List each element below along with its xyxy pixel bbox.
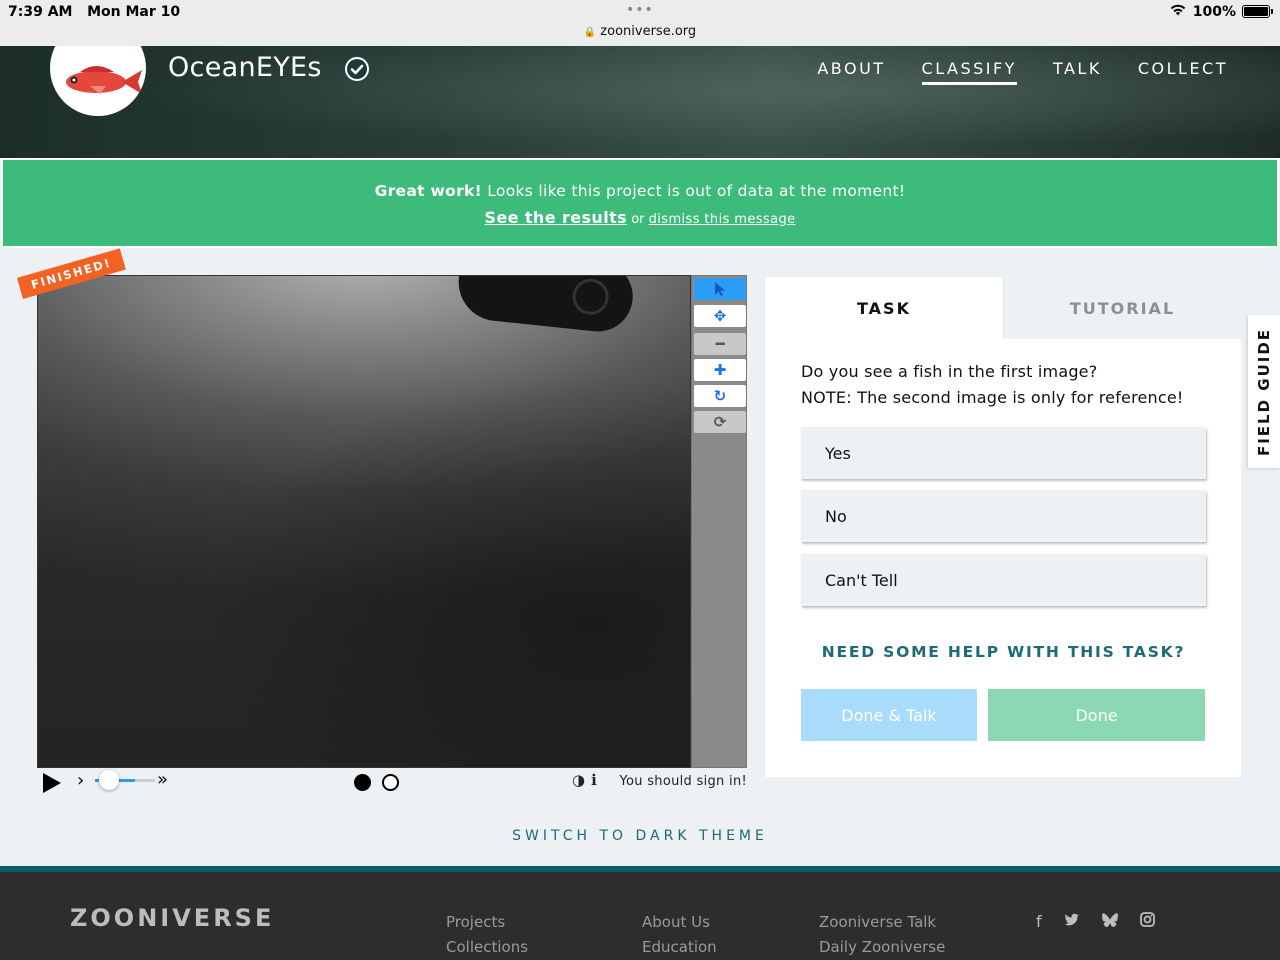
minus-icon: ━: [715, 335, 725, 353]
out-of-data-banner: Great work! Looks like this project is o…: [1, 158, 1279, 248]
zoom-in-tool[interactable]: ✚: [694, 359, 746, 381]
done-button[interactable]: Done: [988, 689, 1205, 741]
frame-dot-1[interactable]: [354, 774, 371, 791]
pan-tool[interactable]: ✥: [694, 305, 746, 327]
wifi-icon: [1169, 3, 1187, 20]
facebook-icon[interactable]: f: [1036, 912, 1042, 931]
rotate-icon: ↻: [713, 387, 727, 405]
task-panel: TASK TUTORIAL Do you see a fish in the f…: [765, 277, 1241, 777]
footer-link-education[interactable]: Education: [642, 935, 717, 960]
footer-link-daily[interactable]: Daily Zooniverse: [819, 935, 945, 960]
move-icon: ✥: [713, 307, 727, 325]
frame-controls: › » ◑ ℹ You should sign in!: [37, 768, 747, 798]
switch-dark-theme-link[interactable]: SWITCH TO DARK THEME: [0, 828, 1280, 844]
social-links: f: [1036, 912, 1155, 931]
zoom-out-tool[interactable]: ━: [694, 333, 746, 355]
zooniverse-logo[interactable]: ZOONIVERSE: [70, 904, 274, 932]
field-guide-tab[interactable]: FIELD GUIDE: [1248, 315, 1280, 468]
subject-viewer: FINISHED! ✥ ━ ✚ ↻ ⟳: [16, 248, 747, 768]
nav-collect[interactable]: COLLECT: [1138, 59, 1228, 85]
answer-cant-tell[interactable]: Can't Tell: [801, 554, 1206, 606]
footer-link-collections[interactable]: Collections: [446, 935, 528, 960]
answer-no[interactable]: No: [801, 490, 1206, 542]
project-nav: ABOUT CLASSIFY TALK COLLECT: [817, 59, 1228, 85]
twitter-icon[interactable]: [1064, 912, 1080, 931]
verified-icon: [345, 57, 369, 81]
nav-about[interactable]: ABOUT: [817, 59, 885, 85]
address-bar[interactable]: 🔒 zooniverse.org: [0, 24, 1280, 39]
instagram-icon[interactable]: [1139, 912, 1155, 931]
project-avatar[interactable]: [50, 46, 146, 116]
cursor-icon: [715, 282, 725, 296]
image-toolbar: ✥ ━ ✚ ↻ ⟳: [691, 275, 747, 768]
frame-dot-2[interactable]: [382, 774, 399, 791]
footer-link-about[interactable]: About Us: [642, 910, 717, 935]
reset-icon: ⟳: [713, 413, 727, 431]
project-header: OceanEYEs ABOUT CLASSIFY TALK COLLECT: [0, 46, 1280, 158]
answer-yes[interactable]: Yes: [801, 427, 1206, 479]
bluesky-icon[interactable]: [1101, 912, 1118, 931]
rotate-tool[interactable]: ↻: [694, 385, 746, 407]
site-footer: ZOONIVERSE Projects Collections About Us…: [0, 866, 1280, 960]
footer-link-talk[interactable]: Zooniverse Talk: [819, 910, 945, 935]
footer-link-projects[interactable]: Projects: [446, 910, 528, 935]
banner-message: Great work! Looks like this project is o…: [374, 182, 906, 200]
reset-tool[interactable]: ⟳: [694, 411, 746, 433]
multitask-dots[interactable]: •••: [626, 2, 654, 18]
footer-col-1: Projects Collections: [446, 910, 528, 960]
double-chevron-right-icon[interactable]: »: [157, 769, 168, 790]
pointer-tool[interactable]: [694, 278, 746, 300]
dismiss-message-link[interactable]: dismiss this message: [649, 212, 796, 227]
fish-icon: [66, 66, 142, 94]
task-question: Do you see a fish in the first image? NO…: [801, 362, 1184, 407]
viewer-options: ◑ ℹ: [572, 771, 597, 789]
task-help-link[interactable]: NEED SOME HELP WITH THIS TASK?: [801, 643, 1206, 661]
status-time: 7:39 AM Mon Mar 10: [8, 4, 181, 20]
footer-col-2: About Us Education: [642, 910, 717, 960]
status-right: 100%: [1169, 3, 1273, 20]
info-icon[interactable]: ℹ: [591, 771, 597, 789]
banner-links: See the results or dismiss this message: [484, 208, 796, 227]
speed-slider-thumb[interactable]: [99, 770, 119, 790]
project-title[interactable]: OceanEYEs: [168, 52, 322, 83]
battery-percent: 100%: [1192, 3, 1236, 20]
status-bar: 7:39 AM Mon Mar 10 ••• 🔒 zooniverse.org 1…: [0, 0, 1280, 46]
lock-icon: 🔒: [583, 27, 597, 38]
tab-tutorial[interactable]: TUTORIAL: [1003, 277, 1241, 339]
plus-icon: ✚: [713, 361, 727, 379]
url-text: zooniverse.org: [600, 24, 697, 39]
nav-talk[interactable]: TALK: [1053, 59, 1102, 85]
subject-image[interactable]: [37, 275, 691, 768]
task-tabs: TASK TUTORIAL: [765, 277, 1241, 339]
sign-in-prompt[interactable]: You should sign in!: [619, 774, 747, 789]
see-results-link[interactable]: See the results: [484, 208, 627, 227]
footer-col-3: Zooniverse Talk Daily Zooniverse: [819, 910, 945, 960]
chevron-right-icon[interactable]: ›: [77, 770, 84, 791]
tab-task[interactable]: TASK: [765, 277, 1003, 339]
play-icon[interactable]: [43, 773, 61, 793]
contrast-icon[interactable]: ◑: [572, 771, 585, 789]
nav-classify[interactable]: CLASSIFY: [921, 59, 1017, 85]
done-and-talk-button[interactable]: Done & Talk: [801, 689, 977, 741]
battery-icon: [1242, 5, 1273, 18]
camera-blob: [454, 276, 637, 335]
